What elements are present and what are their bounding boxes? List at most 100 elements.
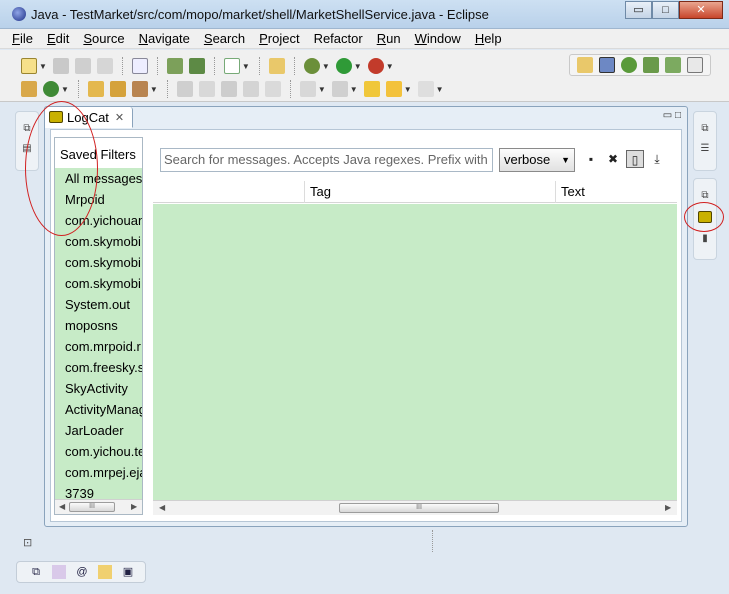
restore-icon[interactable]: ⧉ — [698, 190, 712, 202]
restore-icon[interactable]: ⧉ — [29, 565, 43, 579]
menu-navigate[interactable]: Navigate — [139, 31, 190, 46]
restore-icon[interactable]: ⧉ — [698, 123, 712, 135]
edit-mark-icon[interactable] — [198, 81, 215, 97]
messages-horizontal-scrollbar[interactable]: ◀ III ▶ — [153, 500, 677, 515]
scroll-lock-icon[interactable]: ⤓ — [648, 150, 666, 168]
menu-file[interactable]: File — [12, 31, 33, 46]
scroll-right-icon[interactable]: ▶ — [131, 502, 137, 511]
filter-item[interactable]: com.mrpej.eja — [55, 462, 142, 483]
filter-item[interactable]: com.mrpoid.r — [55, 336, 142, 357]
show-whitespace-icon[interactable] — [264, 81, 281, 97]
scroll-left-icon[interactable]: ◀ — [59, 502, 65, 511]
back-dropdown-icon[interactable]: ▼ — [404, 85, 412, 94]
save-all-icon[interactable] — [74, 58, 91, 74]
close-icon[interactable]: ✕ — [115, 111, 124, 124]
android-sdk-icon[interactable] — [166, 58, 183, 74]
ddms-perspective-icon[interactable] — [621, 57, 637, 73]
filter-item[interactable]: ActivityManag — [55, 399, 142, 420]
scroll-thumb[interactable]: III — [69, 502, 115, 512]
filter-item[interactable]: All messages — [55, 168, 142, 189]
new-class-dropdown-icon[interactable]: ▼ — [61, 85, 69, 94]
devices-icon[interactable]: ▮ — [698, 233, 712, 245]
package-icon[interactable] — [21, 81, 37, 97]
back-icon[interactable] — [385, 81, 402, 97]
search-tool-dropdown-icon[interactable]: ▼ — [150, 85, 158, 94]
svn-perspective-icon[interactable] — [687, 57, 703, 73]
save-icon[interactable]: ▪ — [582, 150, 600, 168]
filter-item[interactable]: com.skymobi — [55, 273, 142, 294]
maximize-view-icon[interactable]: □ — [675, 110, 681, 121]
avd-manager-icon[interactable] — [188, 58, 205, 74]
checkbox-icon[interactable] — [223, 58, 240, 74]
restore-icon[interactable]: ⧉ — [20, 123, 34, 135]
filter-item[interactable]: com.freesky.s — [55, 357, 142, 378]
java-perspective-icon[interactable] — [599, 57, 615, 73]
occurrences-icon[interactable] — [220, 81, 237, 97]
run-dropdown-icon[interactable]: ▼ — [354, 62, 362, 71]
new-class-icon[interactable] — [43, 81, 59, 97]
menu-window[interactable]: Window — [415, 31, 461, 46]
close-button[interactable]: ✕ — [679, 1, 723, 19]
menu-run[interactable]: Run — [377, 31, 401, 46]
external-tools-icon[interactable] — [367, 58, 384, 74]
menu-project[interactable]: Project — [259, 31, 299, 46]
print-icon[interactable] — [96, 58, 113, 74]
new-icon[interactable] — [21, 58, 37, 74]
minimize-view-icon[interactable]: ▭ — [663, 110, 672, 121]
prev-annotation-dropdown-icon[interactable]: ▼ — [350, 85, 358, 94]
scroll-right-icon[interactable]: ▶ — [665, 503, 671, 512]
maximize-button[interactable]: □ — [652, 1, 679, 19]
filter-item[interactable]: moposns — [55, 315, 142, 336]
scroll-left-icon[interactable]: ◀ — [159, 503, 165, 512]
new-dropdown-icon[interactable]: ▼ — [39, 62, 47, 71]
filter-item[interactable]: System.out — [55, 294, 142, 315]
filter-item[interactable]: SkyActivity — [55, 378, 142, 399]
run-icon[interactable] — [335, 58, 352, 74]
column-header-blank[interactable] — [153, 181, 304, 203]
debug-icon[interactable] — [303, 58, 320, 74]
filter-item[interactable]: com.skymobi — [55, 231, 142, 252]
column-header-text[interactable]: Text — [555, 181, 677, 203]
outline-icon[interactable]: ☰ — [698, 143, 712, 155]
problems-icon[interactable] — [52, 565, 66, 579]
search-tool-icon[interactable] — [131, 81, 148, 97]
clear-log-icon[interactable]: ✖ — [604, 150, 622, 168]
search-input[interactable]: Search for messages. Accepts Java regexe… — [160, 148, 493, 172]
menu-search[interactable]: Search — [204, 31, 245, 46]
filters-horizontal-scrollbar[interactable]: ◀ III ▶ — [55, 499, 142, 514]
menu-edit[interactable]: Edit — [47, 31, 69, 46]
external-tools-dropdown-icon[interactable]: ▼ — [386, 62, 394, 71]
debug-perspective-icon[interactable] — [643, 57, 659, 73]
menu-help[interactable]: Help — [475, 31, 502, 46]
filter-item[interactable]: com.skymobi — [55, 252, 142, 273]
tab-logcat[interactable]: LogCat ✕ — [45, 107, 133, 128]
filter-item[interactable]: JarLoader — [55, 420, 142, 441]
open-task-icon[interactable] — [109, 81, 126, 97]
open-perspective-icon[interactable] — [577, 57, 593, 73]
message-table-body[interactable] — [153, 204, 677, 500]
logcat-icon[interactable] — [698, 211, 712, 223]
filter-item[interactable]: Mrpoid — [55, 189, 142, 210]
fast-view-icon[interactable]: ⊡ — [23, 536, 32, 549]
scroll-thumb[interactable]: III — [339, 503, 499, 513]
javadoc-icon[interactable]: @ — [75, 565, 89, 579]
last-edit-icon[interactable] — [363, 81, 380, 97]
console-icon[interactable]: ▣ — [121, 565, 135, 579]
minimize-button[interactable]: ▭ — [625, 1, 652, 19]
prev-annotation-icon[interactable] — [331, 81, 348, 97]
next-annotation-icon[interactable] — [299, 81, 316, 97]
log-level-select[interactable]: verbose ▼ — [499, 148, 575, 172]
hierarchy-perspective-icon[interactable] — [665, 57, 681, 73]
binary-icon[interactable] — [131, 58, 148, 74]
android-project-icon[interactable] — [268, 58, 285, 74]
save-icon[interactable] — [52, 58, 69, 74]
declaration-icon[interactable] — [98, 565, 112, 579]
debug-dropdown-icon[interactable]: ▼ — [322, 62, 330, 71]
open-type-icon[interactable] — [87, 81, 104, 97]
filter-item[interactable]: com.yichou.te — [55, 441, 142, 462]
block-selection-icon[interactable] — [242, 81, 259, 97]
filter-item[interactable]: com.yichouan — [55, 210, 142, 231]
checkbox-dropdown-icon[interactable]: ▼ — [242, 62, 250, 71]
forward-icon[interactable] — [417, 81, 434, 97]
menu-refactor[interactable]: Refactor — [314, 31, 363, 46]
